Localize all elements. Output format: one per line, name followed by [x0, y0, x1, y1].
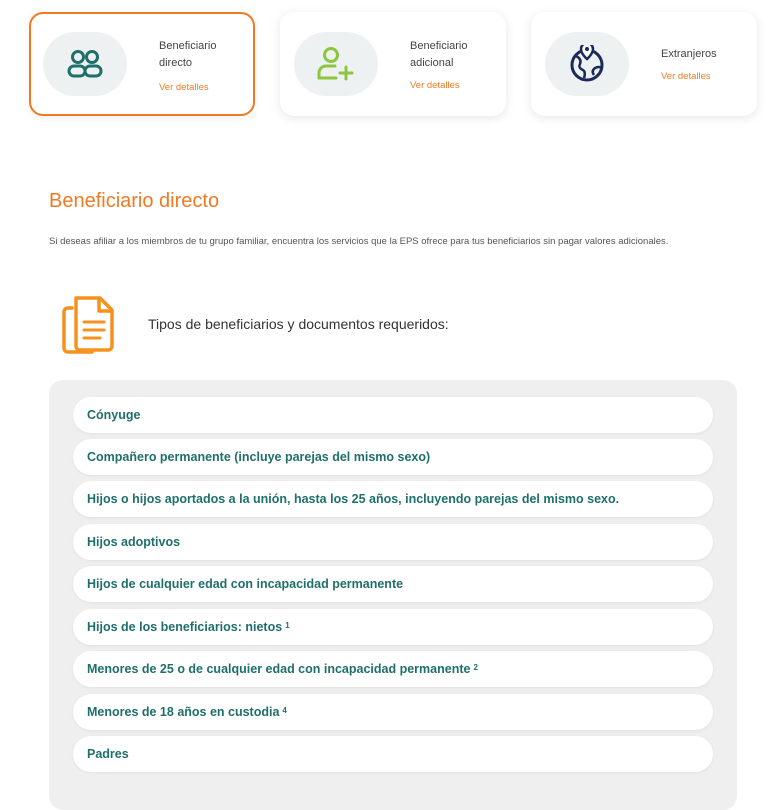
accordion-item-label: Menores de 25 o de cualquier edad con in… — [87, 662, 471, 676]
requirements-title: Tipos de beneficiarios y documentos requ… — [148, 316, 449, 332]
accordion-item-label: Compañero permanente (incluye parejas de… — [87, 450, 431, 464]
accordion-item-padres[interactable]: Padres — [73, 736, 713, 772]
section-title: Beneficiario directo — [49, 190, 220, 212]
card-extranjeros[interactable]: Extranjeros Ver detalles — [531, 12, 757, 116]
accordion-item-hijos-incapacidad[interactable]: Hijos de cualquier edad con incapacidad … — [73, 566, 713, 602]
card-icon-circle — [545, 32, 629, 96]
people-icon — [67, 50, 103, 78]
globe-location-icon — [570, 45, 604, 82]
accordion-item-menores-25[interactable]: Menores de 25 o de cualquier edad con in… — [73, 651, 713, 687]
view-details-link[interactable]: Ver detalles — [159, 82, 209, 93]
accordion-item-label: Cónyuge — [87, 408, 141, 422]
card-title: Beneficiario directo — [159, 40, 217, 69]
accordion-item-label: Hijos o hijos aportados a la unión, hast… — [87, 492, 620, 506]
view-details-link[interactable]: Ver detalles — [661, 71, 711, 82]
accordion-item-nietos[interactable]: Hijos de los beneficiarios: nietos 1 — [73, 609, 713, 645]
accordion-item-hijos-aportados[interactable]: Hijos o hijos aportados a la unión, hast… — [73, 481, 713, 517]
view-details-link[interactable]: Ver detalles — [410, 80, 460, 91]
accordion-item-menores-custodia[interactable]: Menores de 18 años en custodia 4 — [73, 694, 713, 730]
section-description: Si deseas afiliar a los miembros de tu g… — [49, 236, 669, 247]
accordion-item-label: Padres — [87, 747, 129, 761]
accordion-item-label: Hijos adoptivos — [87, 535, 181, 549]
accordion-item-label: Hijos de cualquier edad con incapacidad … — [87, 577, 404, 591]
accordion-item-companero-permanente[interactable]: Compañero permanente (incluye parejas de… — [73, 439, 713, 475]
card-beneficiario-adicional[interactable]: Beneficiario adicional Ver detalles — [280, 12, 506, 116]
accordion-item-label: Hijos de los beneficiarios: nietos — [87, 620, 283, 634]
documents-icon — [62, 296, 114, 354]
footnote-marker: 1 — [285, 620, 290, 630]
card-icon-circle — [43, 32, 127, 96]
accordion-item-label: Menores de 18 años en custodia — [87, 705, 280, 719]
accordion-item-hijos-adoptivos[interactable]: Hijos adoptivos — [73, 524, 713, 560]
card-title: Beneficiario adicional — [410, 40, 468, 69]
beneficiary-types-list: Cónyuge Compañero permanente (incluye pa… — [49, 380, 737, 810]
footnote-marker: 2 — [473, 662, 478, 672]
accordion-item-conyuge[interactable]: Cónyuge — [73, 397, 713, 433]
card-icon-circle — [294, 32, 378, 96]
card-beneficiario-directo[interactable]: Beneficiario directo Ver detalles — [29, 12, 255, 116]
footnote-marker: 4 — [282, 705, 287, 715]
add-user-icon — [317, 47, 354, 81]
beneficiary-type-cards: Beneficiario directo Ver detalles Benefi… — [29, 12, 759, 116]
card-title: Extranjeros — [661, 48, 717, 60]
